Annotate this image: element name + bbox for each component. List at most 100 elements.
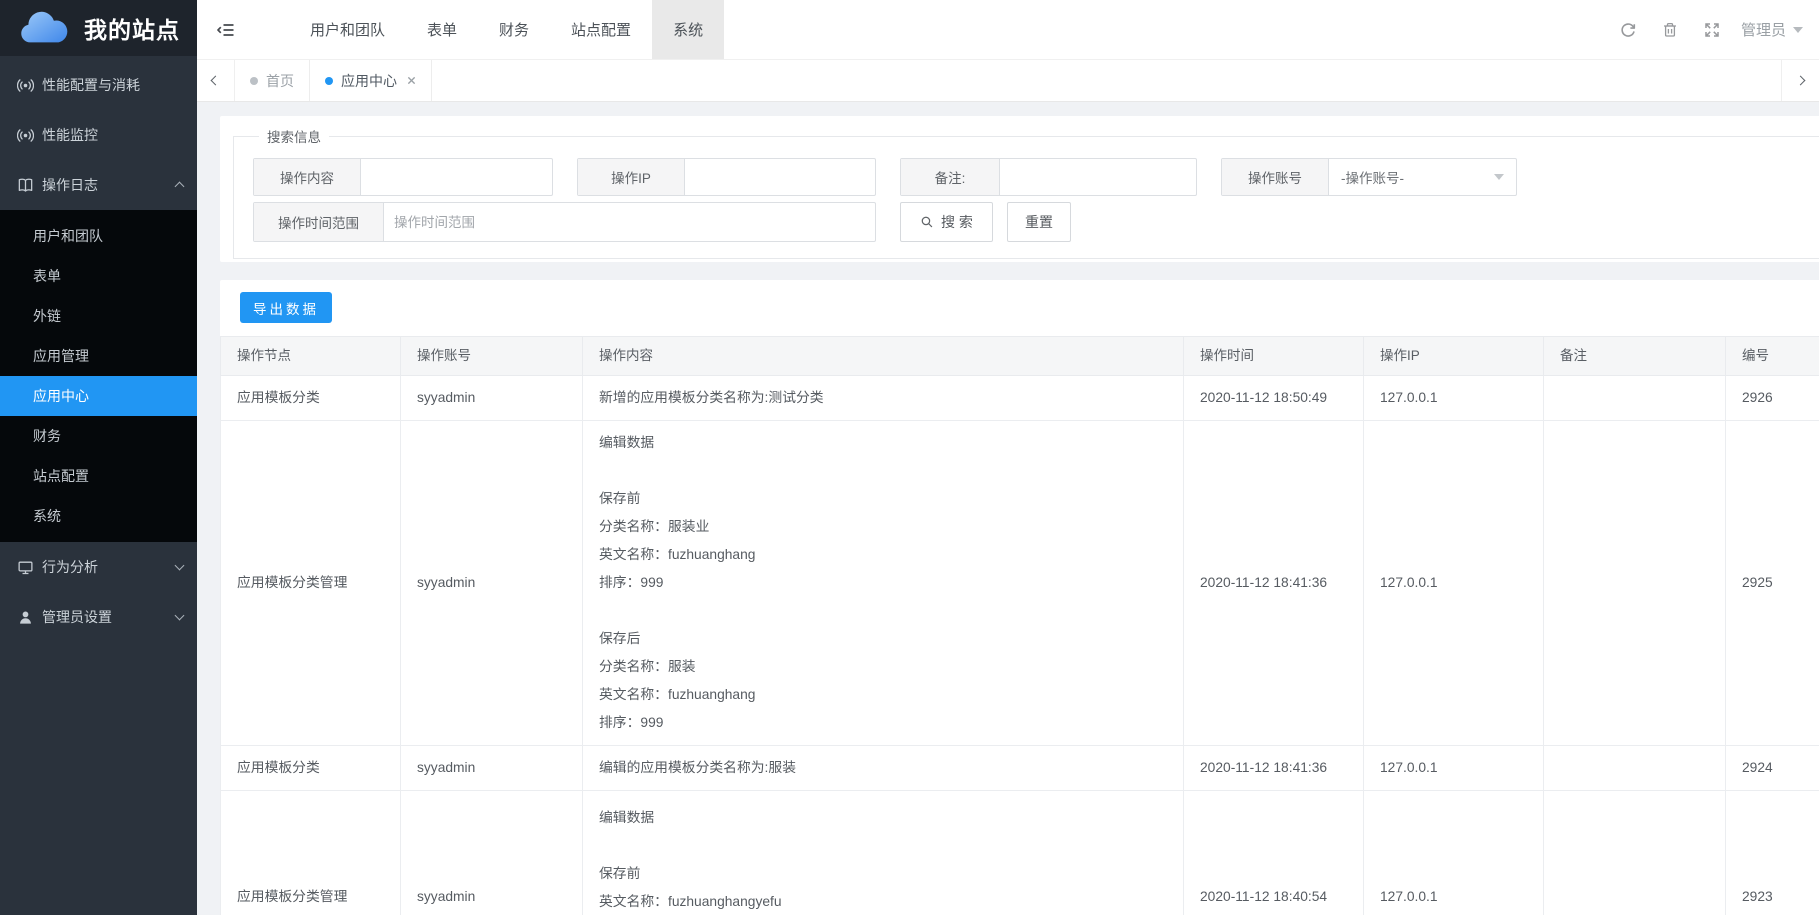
- cell-node: 应用模板分类管理: [221, 421, 401, 746]
- selected-value: -操作账号-: [1341, 167, 1404, 187]
- field-label: 操作IP: [578, 159, 685, 195]
- sidebar-item-label: 性能监控: [42, 125, 183, 145]
- tabs-scroll-right-button[interactable]: [1781, 60, 1819, 101]
- reset-button[interactable]: 重置: [1007, 202, 1071, 242]
- chevron-right-icon: [1796, 76, 1806, 86]
- cell-content: 编辑数据 保存前 英文名称：fuzhuanghangyefu: [583, 791, 1184, 915]
- topbar-actions: 管理员: [1607, 0, 1819, 59]
- tabs-bar: 首页 应用中心: [197, 60, 1819, 102]
- cell-time: 2020-11-12 18:40:54: [1184, 791, 1364, 915]
- chevron-down-icon: [1793, 27, 1803, 33]
- logo: 我的站点: [0, 0, 197, 56]
- tab-dot-icon: [250, 77, 258, 85]
- field-operation-account: 操作账号 -操作账号-: [1221, 158, 1517, 196]
- collapse-icon: [216, 21, 236, 39]
- tab-home[interactable]: 首页: [235, 60, 310, 101]
- sidebar-menu: 性能配置与消耗 性能监控 操作日志 用户和团队 表单 外链 应用管理 应用中心 …: [0, 56, 197, 642]
- top-menu-finance[interactable]: 财务: [478, 0, 550, 59]
- field-operation-content: 操作内容: [253, 158, 553, 196]
- sidebar-submenu: 用户和团队 表单 外链 应用管理 应用中心 财务 站点配置 系统: [0, 210, 197, 542]
- cell-id: 2923: [1726, 791, 1819, 915]
- tab-app-center[interactable]: 应用中心: [310, 60, 432, 101]
- cell-note: [1544, 421, 1726, 746]
- sidebar-item-performance-config[interactable]: 性能配置与消耗: [0, 60, 197, 110]
- cell-account: syyadmin: [401, 421, 583, 746]
- col-content: 操作内容: [583, 337, 1184, 376]
- chevron-up-icon: [175, 182, 185, 192]
- sidebar-item-performance-monitor[interactable]: 性能监控: [0, 110, 197, 160]
- sidebar-item-operation-log[interactable]: 操作日志: [0, 160, 197, 210]
- chevron-down-icon: [175, 611, 185, 621]
- col-node: 操作节点: [221, 337, 401, 376]
- table-row: 应用模板分类管理 syyadmin 编辑数据 保存前 英文名称：fuzhuang…: [221, 791, 1819, 915]
- submenu-item-external-links[interactable]: 外链: [0, 296, 197, 336]
- cell-time: 2020-11-12 18:50:49: [1184, 376, 1364, 421]
- sidebar-item-label: 操作日志: [42, 175, 176, 195]
- page-content: 搜索信息 操作内容 操作IP 备注: 操作账号: [197, 102, 1819, 915]
- time-range-input[interactable]: [384, 203, 875, 241]
- user-icon: [17, 609, 34, 626]
- book-icon: [17, 177, 34, 194]
- cell-ip: 127.0.0.1: [1364, 421, 1544, 746]
- search-panel: 搜索信息 操作内容 操作IP 备注: 操作账号: [220, 116, 1819, 262]
- reset-button-label: 重置: [1025, 212, 1053, 232]
- chevron-left-icon: [211, 76, 221, 86]
- cell-time: 2020-11-12 18:41:36: [1184, 421, 1364, 746]
- topbar: 用户和团队 表单 财务 站点配置 系统 管理: [197, 0, 1819, 60]
- top-menu-system[interactable]: 系统: [652, 0, 724, 59]
- cell-account: syyadmin: [401, 746, 583, 791]
- submenu-item-finance[interactable]: 财务: [0, 416, 197, 456]
- top-menu-forms[interactable]: 表单: [406, 0, 478, 59]
- submenu-item-system[interactable]: 系统: [0, 496, 197, 536]
- cell-note: [1544, 746, 1726, 791]
- sidebar-item-admin-settings[interactable]: 管理员设置: [0, 592, 197, 642]
- submenu-item-forms[interactable]: 表单: [0, 256, 197, 296]
- operation-content-input[interactable]: [361, 159, 552, 195]
- cell-content: 新增的应用模板分类名称为:测试分类: [583, 376, 1184, 421]
- cell-time: 2020-11-12 18:41:36: [1184, 746, 1364, 791]
- cell-id: 2924: [1726, 746, 1819, 791]
- top-menu-site-config[interactable]: 站点配置: [550, 0, 652, 59]
- trash-button[interactable]: [1649, 21, 1691, 39]
- operation-ip-input[interactable]: [685, 159, 875, 195]
- cell-ip: 127.0.0.1: [1364, 746, 1544, 791]
- note-input[interactable]: [1000, 159, 1196, 195]
- top-menu-users-teams[interactable]: 用户和团队: [289, 0, 406, 59]
- tab-label: 首页: [266, 71, 294, 91]
- cell-note: [1544, 791, 1726, 915]
- export-data-button[interactable]: 导出数据: [240, 292, 332, 323]
- monitor-icon: [17, 559, 34, 576]
- submenu-item-users-teams[interactable]: 用户和团队: [0, 216, 197, 256]
- field-label: 操作时间范围: [254, 203, 384, 241]
- col-id: 编号: [1726, 337, 1819, 376]
- fullscreen-button[interactable]: [1691, 21, 1733, 39]
- table-row: 应用模板分类 syyadmin 编辑的应用模板分类名称为:服装 2020-11-…: [221, 746, 1819, 791]
- col-note: 备注: [1544, 337, 1726, 376]
- cell-ip: 127.0.0.1: [1364, 791, 1544, 915]
- cell-note: [1544, 376, 1726, 421]
- submenu-item-app-center[interactable]: 应用中心: [0, 376, 197, 416]
- tab-label: 应用中心: [341, 71, 397, 91]
- cell-node: 应用模板分类: [221, 746, 401, 791]
- tab-dot-icon: [325, 77, 333, 85]
- close-icon[interactable]: [407, 76, 416, 85]
- operation-log-table: 操作节点 操作账号 操作内容 操作时间 操作IP 备注 编号 应用模板分类 sy…: [220, 336, 1819, 915]
- user-menu[interactable]: 管理员: [1741, 19, 1803, 40]
- refresh-button[interactable]: [1607, 21, 1649, 39]
- cell-id: 2926: [1726, 376, 1819, 421]
- cell-id: 2925: [1726, 421, 1819, 746]
- search-fieldset: 搜索信息 操作内容 操作IP 备注: 操作账号: [233, 126, 1819, 259]
- cell-account: syyadmin: [401, 376, 583, 421]
- field-label: 操作内容: [254, 159, 361, 195]
- collapse-sidebar-button[interactable]: [197, 0, 255, 59]
- sidebar: 我的站点 性能配置与消耗 性能监控 操作日志 用户和团队 表单 外链 应用管理: [0, 0, 197, 915]
- cell-node: 应用模板分类: [221, 376, 401, 421]
- main-area: 用户和团队 表单 财务 站点配置 系统 管理: [197, 0, 1819, 915]
- operation-account-select[interactable]: -操作账号-: [1329, 159, 1516, 195]
- submenu-item-site-config[interactable]: 站点配置: [0, 456, 197, 496]
- tabs-scroll-left-button[interactable]: [197, 60, 235, 101]
- sidebar-item-behavior-analysis[interactable]: 行为分析: [0, 542, 197, 592]
- search-button[interactable]: 搜 索: [900, 202, 993, 242]
- submenu-item-app-management[interactable]: 应用管理: [0, 336, 197, 376]
- cell-content: 编辑的应用模板分类名称为:服装: [583, 746, 1184, 791]
